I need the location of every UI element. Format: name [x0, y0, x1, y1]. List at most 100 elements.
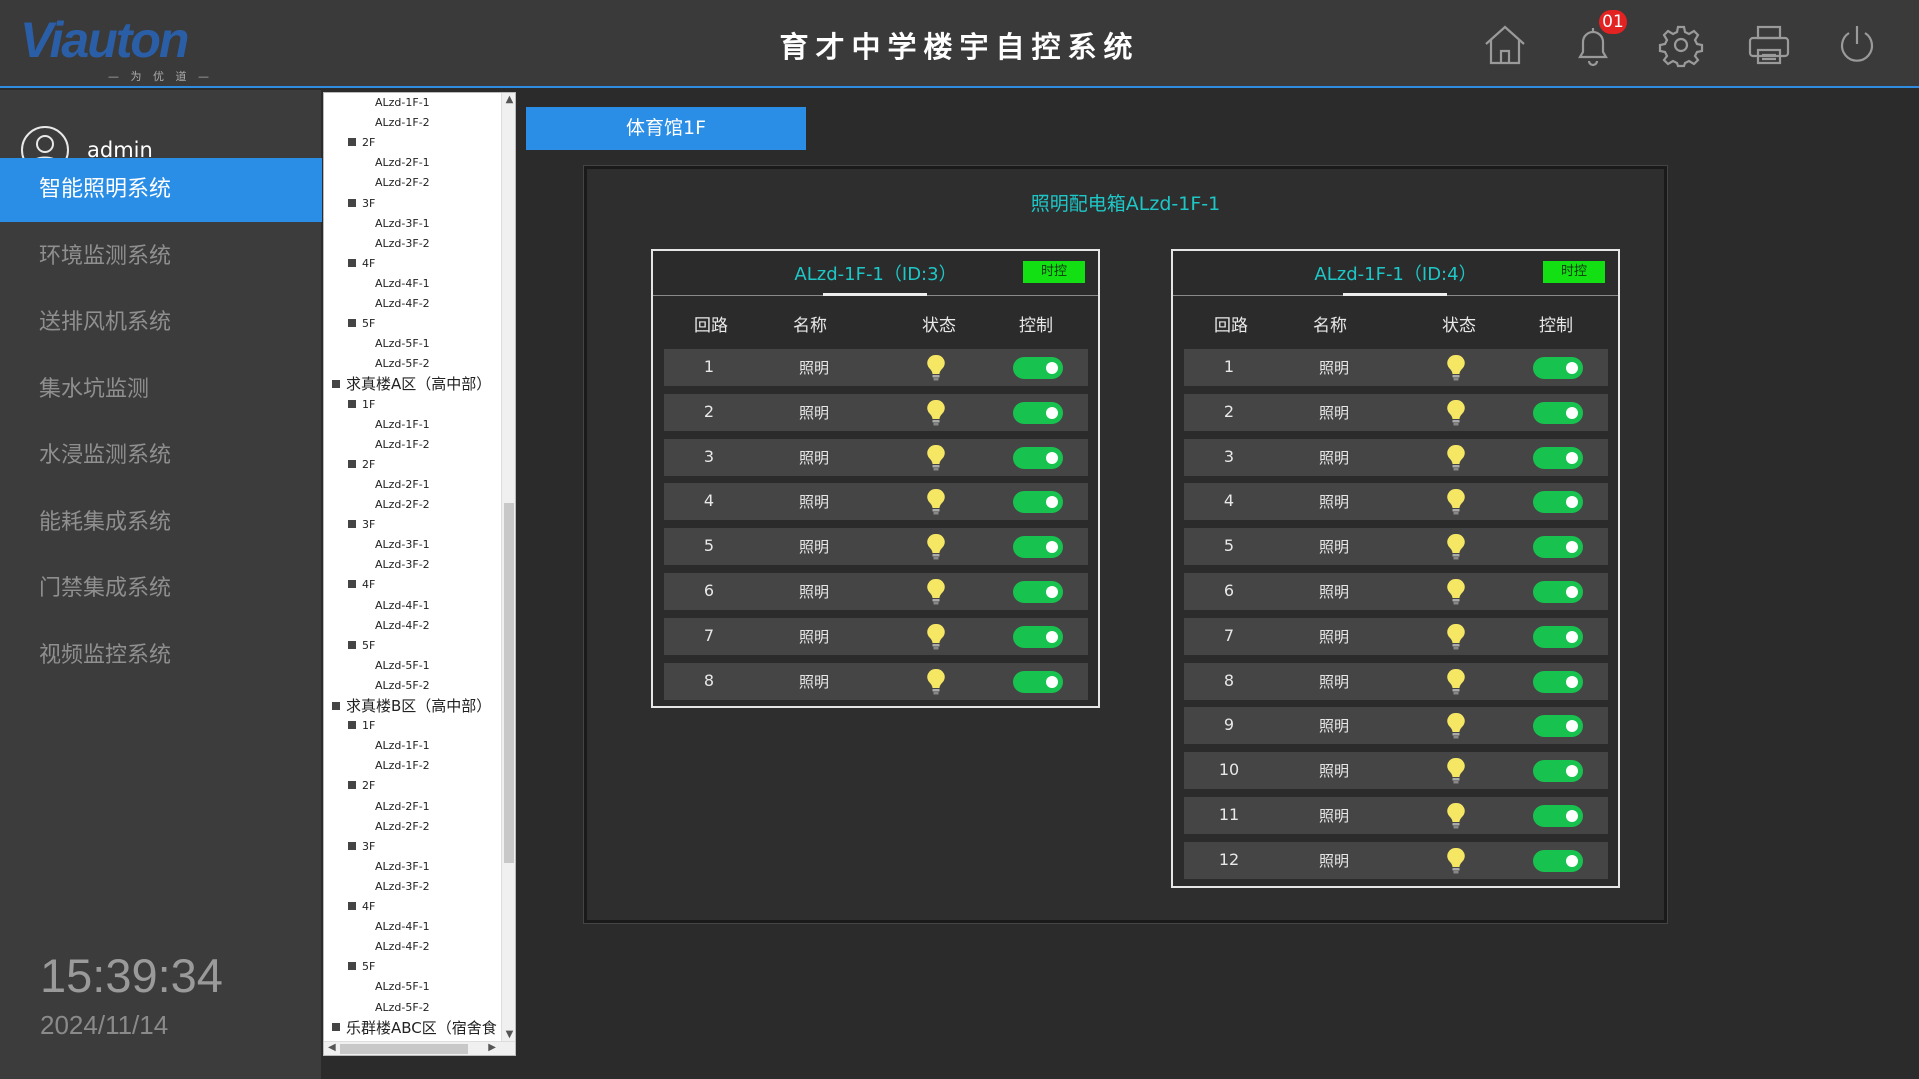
- tree-node[interactable]: ALzd-2F-1: [375, 153, 430, 173]
- collapse-toggle-icon[interactable]: [348, 580, 356, 589]
- collapse-toggle-icon[interactable]: [348, 258, 356, 267]
- tree-node[interactable]: ALzd-5F-1: [375, 334, 430, 354]
- sidebar-item-5[interactable]: 能耗集成系统: [0, 491, 322, 555]
- tree-node[interactable]: ALzd-3F-1: [375, 857, 430, 877]
- sidebar-item-3[interactable]: 集水坑监测: [0, 358, 322, 422]
- collapse-toggle-icon[interactable]: [348, 841, 356, 850]
- tree-node[interactable]: 3F: [348, 515, 375, 535]
- sidebar-item-2[interactable]: 送排风机系统: [0, 291, 322, 355]
- light-toggle-switch[interactable]: [1533, 625, 1583, 648]
- tree-node[interactable]: ALzd-5F-1: [375, 656, 430, 676]
- collapse-toggle-icon[interactable]: [348, 319, 356, 328]
- tree-node[interactable]: ALzd-1F-1: [375, 415, 430, 435]
- light-toggle-switch[interactable]: [1013, 491, 1063, 514]
- light-toggle-switch[interactable]: [1533, 760, 1583, 783]
- light-toggle-switch[interactable]: [1533, 805, 1583, 827]
- power-icon[interactable]: [1834, 22, 1880, 68]
- light-toggle-switch[interactable]: [1013, 670, 1063, 693]
- collapse-toggle-icon[interactable]: [332, 379, 340, 388]
- light-toggle-switch[interactable]: [1533, 491, 1583, 514]
- collapse-toggle-icon[interactable]: [348, 138, 356, 147]
- tree-node[interactable]: 2F: [348, 133, 375, 153]
- tree-node[interactable]: ALzd-5F-1: [375, 977, 430, 997]
- sidebar-item-6[interactable]: 门禁集成系统: [0, 557, 322, 621]
- tree-node[interactable]: 求真楼B区（高中部）: [332, 696, 491, 716]
- tree-node[interactable]: ALzd-2F-2: [375, 495, 430, 515]
- tree-node[interactable]: ALzd-4F-1: [375, 596, 430, 616]
- tree-node[interactable]: ALzd-3F-2: [375, 234, 430, 254]
- tree-node[interactable]: ALzd-5F-2: [375, 354, 430, 374]
- printer-icon[interactable]: [1746, 22, 1792, 68]
- collapse-toggle-icon[interactable]: [348, 902, 356, 910]
- tree-node[interactable]: ALzd-1F-1: [375, 736, 430, 756]
- tree-node[interactable]: ALzd-4F-2: [375, 616, 430, 636]
- collapse-toggle-icon[interactable]: [348, 520, 356, 529]
- tree-node[interactable]: 2F: [348, 776, 375, 796]
- light-toggle-switch[interactable]: [1013, 581, 1063, 603]
- tree-node[interactable]: ALzd-5F-2: [375, 998, 430, 1018]
- sidebar-item-7[interactable]: 视频监控系统: [0, 624, 322, 688]
- scroll-right-icon[interactable]: ▶: [488, 1042, 496, 1053]
- tree-node[interactable]: ALzd-2F-1: [375, 475, 430, 495]
- tree-node[interactable]: ALzd-1F-2: [375, 435, 430, 455]
- tree-node[interactable]: ALzd-2F-2: [375, 173, 430, 193]
- tree-node[interactable]: ALzd-3F-2: [375, 877, 430, 897]
- timer-control-button[interactable]: 时控: [1023, 261, 1085, 283]
- sidebar-item-1[interactable]: 环境监测系统: [0, 225, 322, 289]
- tree-node[interactable]: 5F: [348, 957, 375, 977]
- light-toggle-switch[interactable]: [1533, 715, 1583, 738]
- scroll-thumb[interactable]: [504, 503, 514, 863]
- tree-node[interactable]: ALzd-2F-2: [375, 817, 430, 837]
- tree-node[interactable]: ALzd-1F-2: [375, 113, 430, 133]
- tree-horizontal-scrollbar[interactable]: ◀ ▶: [324, 1041, 515, 1055]
- device-tree[interactable]: ALzd-1F-1 ALzd-1F-2 2F ALzd-2F-1 ALzd-2F-2 3F…: [323, 92, 516, 1056]
- light-toggle-switch[interactable]: [1533, 401, 1583, 424]
- tree-node[interactable]: ALzd-3F-2: [375, 555, 430, 575]
- collapse-toggle-icon[interactable]: [348, 640, 356, 649]
- light-toggle-switch[interactable]: [1013, 357, 1063, 379]
- collapse-toggle-icon[interactable]: [348, 962, 356, 971]
- collapse-toggle-icon[interactable]: [348, 781, 356, 790]
- tree-node[interactable]: 5F: [348, 314, 375, 334]
- tree-node[interactable]: 2F: [348, 455, 375, 475]
- tree-node[interactable]: ALzd-4F-1: [375, 274, 430, 294]
- floor-tab[interactable]: 体育馆1F: [526, 107, 806, 150]
- tree-node[interactable]: 1F: [348, 395, 375, 415]
- light-toggle-switch[interactable]: [1533, 670, 1583, 693]
- tree-node[interactable]: ALzd-3F-1: [375, 214, 430, 234]
- sidebar-item-4[interactable]: 水浸监测系统: [0, 424, 322, 488]
- home-icon[interactable]: [1482, 22, 1528, 68]
- tree-node[interactable]: ALzd-3F-1: [375, 535, 430, 555]
- light-toggle-switch[interactable]: [1533, 446, 1583, 469]
- sidebar-item-0[interactable]: 智能照明系统: [0, 158, 322, 222]
- collapse-toggle-icon[interactable]: [332, 1023, 340, 1032]
- scroll-down-icon[interactable]: ▼: [502, 1029, 515, 1040]
- tree-node[interactable]: 4F: [348, 897, 375, 917]
- tree-node[interactable]: ALzd-1F-1: [375, 93, 430, 113]
- tree-node[interactable]: 4F: [348, 254, 375, 274]
- tree-node[interactable]: 求真楼A区（高中部）: [332, 374, 491, 394]
- tree-node[interactable]: ALzd-2F-1: [375, 797, 430, 817]
- tree-node[interactable]: 3F: [348, 837, 375, 857]
- light-toggle-switch[interactable]: [1533, 357, 1583, 379]
- light-toggle-switch[interactable]: [1533, 536, 1583, 559]
- tree-node[interactable]: 1F: [348, 716, 375, 736]
- scroll-up-icon[interactable]: ▲: [502, 94, 515, 105]
- tree-node[interactable]: ALzd-1F-2: [375, 756, 430, 776]
- tree-node[interactable]: ALzd-4F-2: [375, 937, 430, 957]
- light-toggle-switch[interactable]: [1013, 446, 1063, 469]
- collapse-toggle-icon[interactable]: [348, 399, 356, 408]
- light-toggle-switch[interactable]: [1013, 401, 1063, 424]
- light-toggle-switch[interactable]: [1013, 536, 1063, 559]
- tree-node[interactable]: 乐群楼ABC区（宿舍食: [332, 1018, 497, 1038]
- tree-node[interactable]: 5F: [348, 636, 375, 656]
- scroll-left-icon[interactable]: ◀: [328, 1042, 336, 1053]
- light-toggle-switch[interactable]: [1533, 849, 1583, 872]
- light-toggle-switch[interactable]: [1533, 581, 1583, 603]
- light-toggle-switch[interactable]: [1013, 625, 1063, 648]
- gear-icon[interactable]: [1658, 22, 1704, 68]
- tree-node[interactable]: ALzd-4F-2: [375, 294, 430, 314]
- tree-node[interactable]: ALzd-5F-2: [375, 676, 430, 696]
- collapse-toggle-icon[interactable]: [348, 459, 356, 468]
- tree-node[interactable]: 3F: [348, 194, 375, 214]
